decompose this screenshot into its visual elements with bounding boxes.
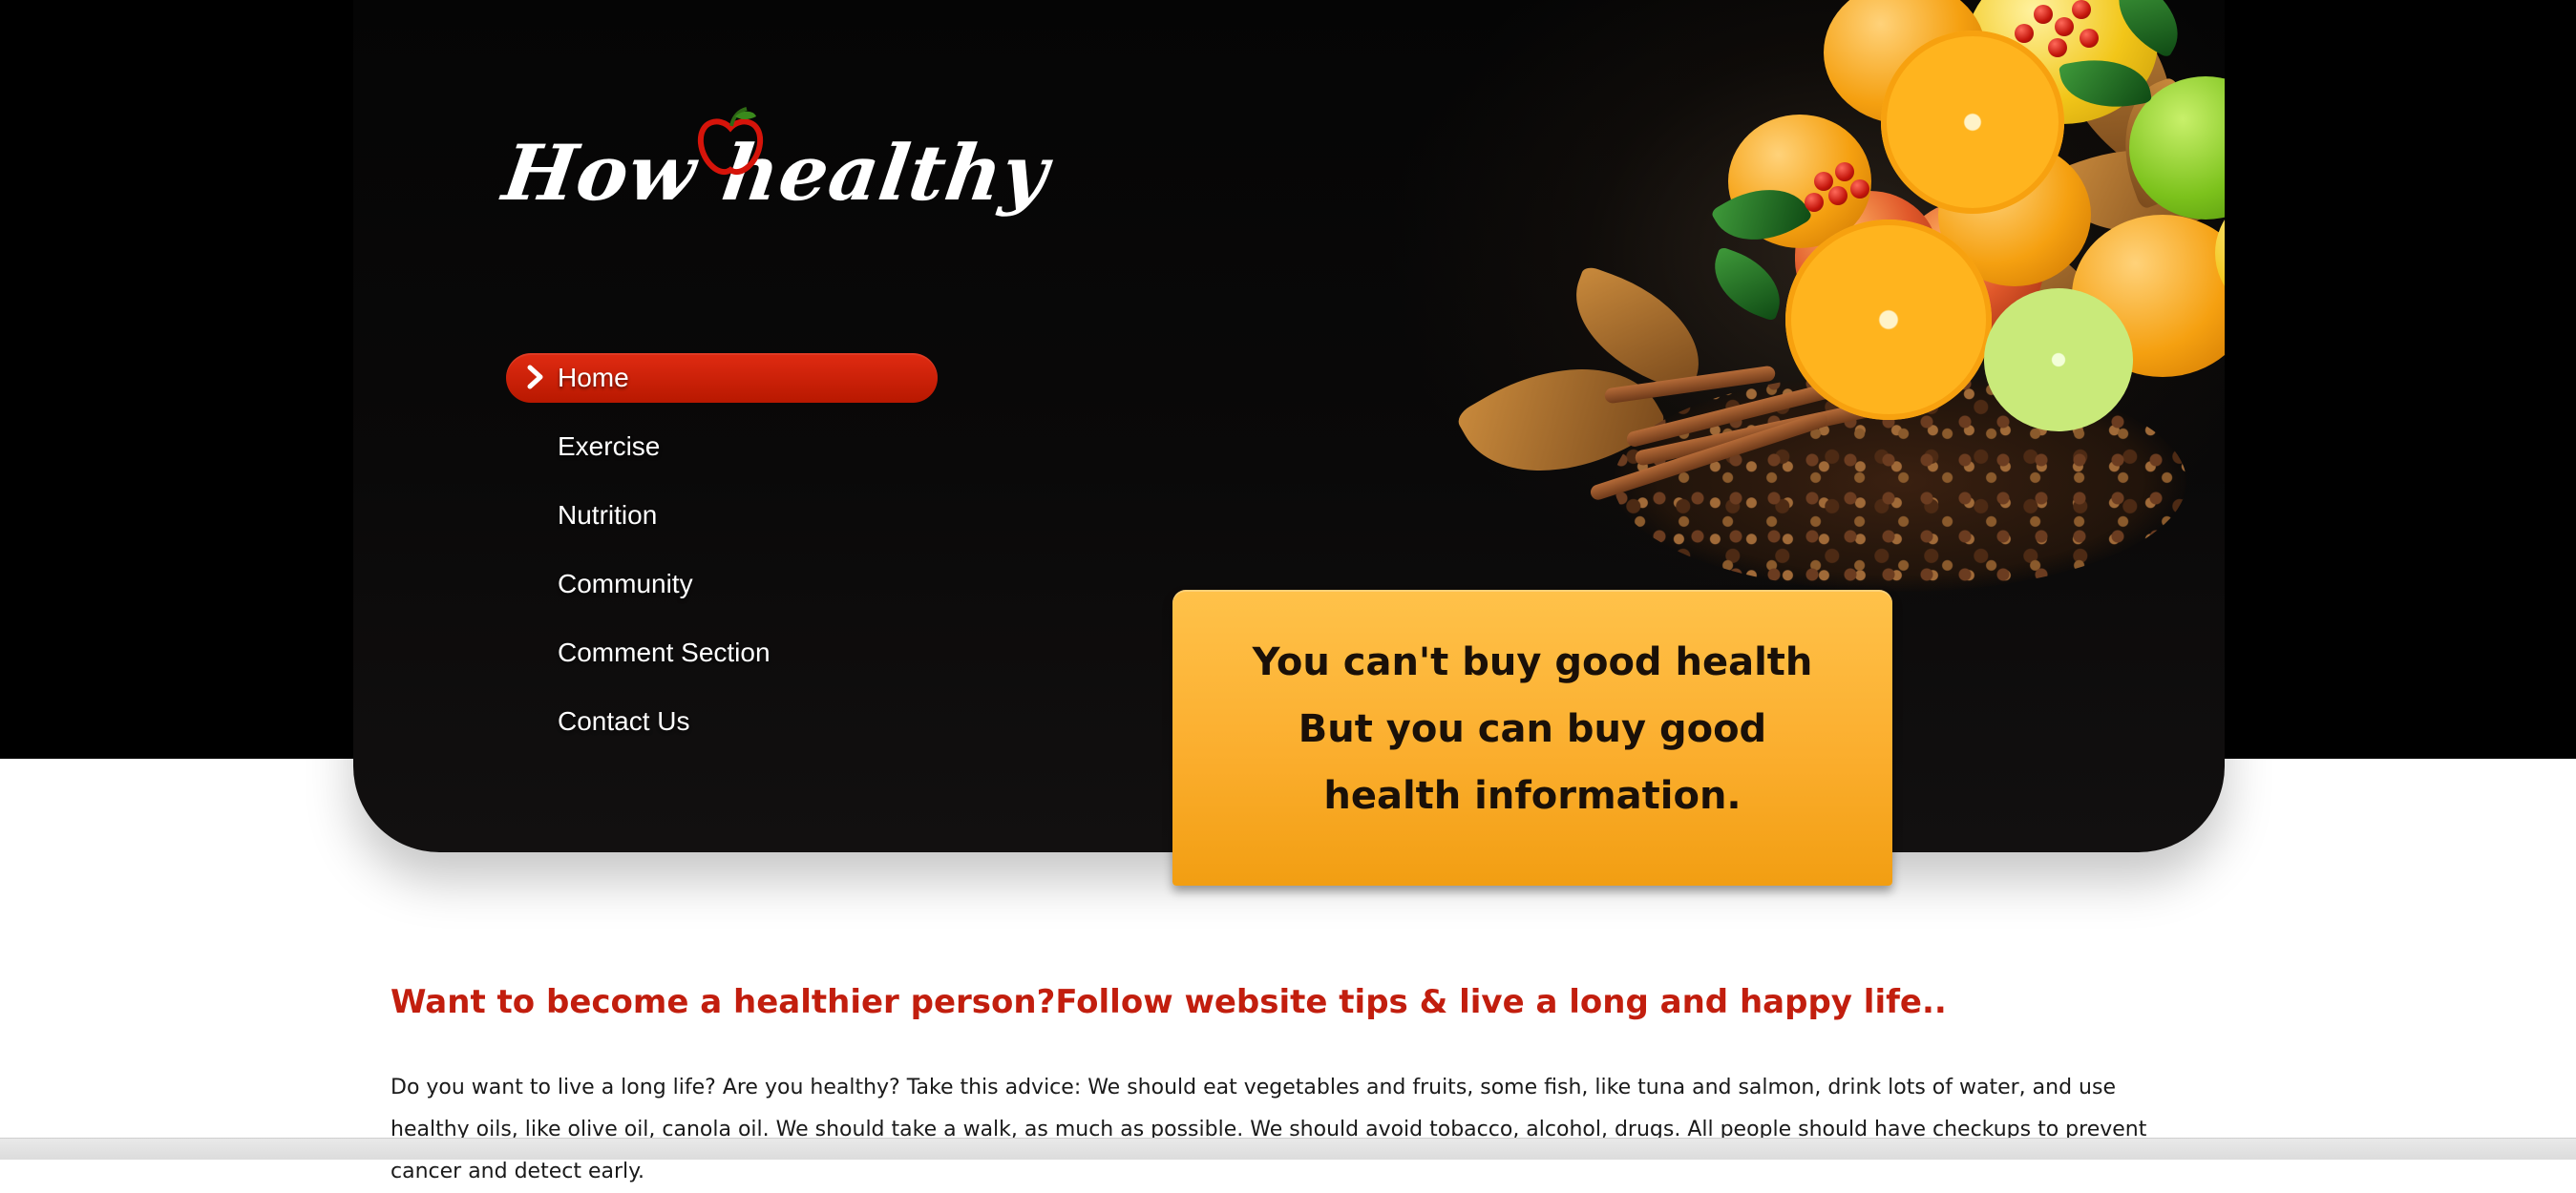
tagline-text: You can't buy good health But you can bu… — [1252, 640, 1813, 818]
bottom-scroll-edge — [0, 1138, 2576, 1160]
nav-item-comment-section[interactable]: Comment Section — [506, 628, 945, 678]
chevron-right-icon — [527, 365, 543, 389]
nav-label-community: Community — [558, 569, 693, 598]
tagline-banner: You can't buy good health But you can bu… — [1172, 590, 1892, 886]
apple-icon — [697, 107, 764, 175]
nav-label-comment-section: Comment Section — [558, 638, 771, 667]
nav-item-home[interactable]: Home — [506, 353, 938, 403]
site-logo[interactable]: How healthy — [497, 107, 1054, 269]
nav-label-exercise: Exercise — [558, 431, 661, 461]
nav-label-nutrition: Nutrition — [558, 500, 658, 530]
nav-label-home: Home — [558, 363, 629, 392]
page-headline: Want to become a healthier person?Follow… — [391, 983, 1947, 1021]
nav-item-community[interactable]: Community — [506, 559, 945, 609]
logo-text: How healthy — [497, 128, 1055, 218]
intro-paragraph: Do you want to live a long life? Are you… — [391, 1076, 2147, 1183]
nav-item-exercise[interactable]: Exercise — [506, 422, 945, 471]
main-navigation: Home Exercise Nutrition Community Commen… — [506, 353, 945, 765]
nav-label-contact-us: Contact Us — [558, 706, 690, 736]
nav-item-nutrition[interactable]: Nutrition — [506, 491, 945, 540]
nav-item-contact-us[interactable]: Contact Us — [506, 697, 945, 746]
